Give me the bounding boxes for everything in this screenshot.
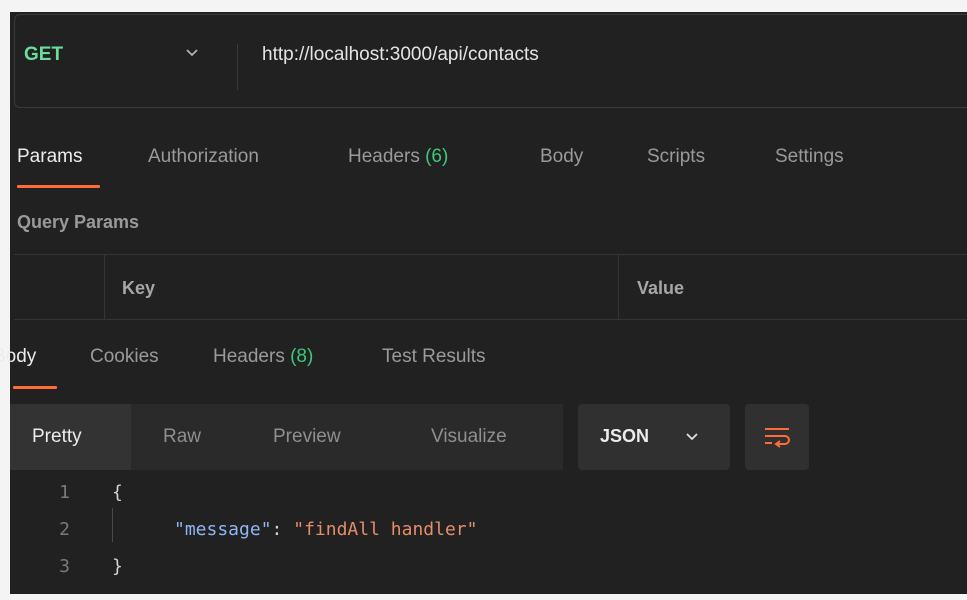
json-key: "message" — [174, 519, 272, 540]
tab-scripts[interactable]: Scripts — [647, 146, 705, 168]
format-raw-button[interactable]: Raw — [163, 426, 201, 448]
table-column-divider — [104, 254, 105, 320]
code-line: 2 "message": "findAll handler" — [0, 519, 967, 549]
tab-label: Cookies — [90, 346, 159, 367]
tab-label: Test Results — [382, 346, 486, 367]
tab-count-badge: (8) — [290, 346, 314, 367]
response-tab-active-indicator — [13, 386, 57, 389]
tab-authorization[interactable]: Authorization — [148, 146, 259, 168]
json-separator: : — [271, 519, 294, 540]
tab-label: Authorization — [148, 146, 259, 167]
chevron-down-icon[interactable] — [683, 428, 701, 446]
column-header-key: Key — [122, 278, 156, 298]
query-params-title: Query Params — [17, 212, 140, 232]
query-params-table — [14, 254, 967, 320]
response-tab-cookies[interactable]: Cookies — [90, 346, 159, 368]
json-entry: "message": "findAll handler" — [174, 519, 477, 540]
line-number: 1 — [59, 482, 70, 503]
tab-label: Params — [17, 146, 83, 167]
format-preview-button[interactable]: Preview — [273, 426, 341, 448]
tab-label: Headers — [213, 346, 291, 367]
tab-body[interactable]: Body — [540, 146, 583, 168]
tab-settings[interactable]: Settings — [775, 146, 844, 168]
http-method-select[interactable]: GET — [24, 44, 63, 66]
window-frame-top — [0, 0, 967, 12]
code-line: 1 { — [0, 482, 967, 512]
json-close-brace: } — [112, 556, 123, 577]
tab-label: Scripts — [647, 146, 706, 167]
wrap-lines-icon[interactable] — [761, 421, 793, 453]
tab-label: Body — [540, 146, 584, 167]
tab-label: Settings — [775, 146, 844, 167]
url-input[interactable]: http://localhost:3000/api/contacts — [262, 44, 539, 66]
line-number: 3 — [59, 556, 70, 577]
table-column-divider — [618, 254, 619, 320]
language-select-label: JSON — [600, 426, 650, 446]
format-visualize-button[interactable]: Visualize — [431, 426, 507, 448]
column-header-value: Value — [637, 278, 685, 298]
window-frame-bottom — [0, 594, 967, 600]
tab-count-badge: (6) — [425, 146, 449, 167]
tab-params[interactable]: Params — [17, 146, 82, 168]
json-string-value: "findAll handler" — [293, 519, 478, 540]
chevron-down-icon[interactable] — [183, 44, 201, 62]
response-tab-body[interactable]: Body — [0, 346, 36, 368]
json-open-brace: { — [112, 482, 123, 503]
format-pretty-button[interactable]: Pretty — [32, 426, 82, 448]
tab-active-indicator — [17, 185, 100, 188]
tab-headers[interactable]: Headers (6) — [348, 146, 448, 168]
url-divider — [237, 44, 238, 90]
response-tab-test-results[interactable]: Test Results — [382, 346, 485, 368]
tab-label: Body — [0, 346, 37, 367]
line-number: 2 — [59, 519, 70, 540]
response-tab-headers[interactable]: Headers (8) — [213, 346, 313, 368]
tab-label: Headers — [348, 146, 426, 167]
code-line: 3 } — [0, 556, 967, 586]
